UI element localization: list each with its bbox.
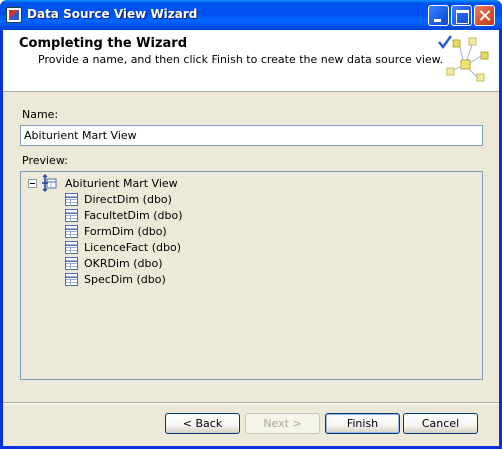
page-title: Completing the Wizard: [19, 36, 188, 51]
table-icon: [65, 273, 78, 286]
page-subtitle: Provide a name, and then click Finish to…: [38, 53, 444, 66]
tree-item[interactable]: FormDim (dbo): [21, 224, 461, 240]
table-icon: [65, 225, 78, 238]
tree-item-label: FormDim (dbo): [84, 225, 167, 238]
app-icon: [6, 7, 22, 23]
finish-button[interactable]: Finish: [325, 413, 400, 434]
wizard-body: Completing the Wizard Provide a name, an…: [3, 30, 499, 446]
wizard-header: Completing the Wizard Provide a name, an…: [3, 30, 499, 92]
tree-item[interactable]: OKRDim (dbo): [21, 256, 461, 272]
name-label: Name:: [22, 108, 59, 121]
tree-item[interactable]: LicenceFact (dbo): [21, 240, 461, 256]
minimize-button[interactable]: [428, 5, 449, 26]
separator: [3, 402, 499, 404]
next-button[interactable]: Next >: [245, 413, 320, 434]
data-source-view-icon: [42, 174, 57, 192]
wizard-window: Data Source View Wizard Completing the W…: [0, 0, 502, 449]
back-button[interactable]: < Back: [165, 413, 240, 434]
close-button[interactable]: [474, 5, 495, 26]
preview-tree[interactable]: Abiturient Mart View DirectDim (dbo) Fac…: [20, 171, 483, 380]
tree-item[interactable]: DirectDim (dbo): [21, 192, 461, 208]
tree-item[interactable]: SpecDim (dbo): [21, 272, 461, 288]
tree-item-label: OKRDim (dbo): [84, 257, 163, 270]
name-input[interactable]: [20, 125, 483, 146]
wizard-graphic-icon: [438, 35, 489, 82]
tree-item-label: FacultetDim (dbo): [84, 209, 183, 222]
table-icon: [65, 193, 78, 206]
cancel-button[interactable]: Cancel: [403, 413, 478, 434]
table-icon: [65, 209, 78, 222]
collapse-icon[interactable]: [28, 179, 37, 188]
tree-item-label: DirectDim (dbo): [84, 193, 172, 206]
maximize-button[interactable]: [451, 5, 472, 26]
tree-item-label: SpecDim (dbo): [84, 273, 166, 286]
preview-label: Preview:: [22, 154, 68, 167]
tree-root-node[interactable]: Abiturient Mart View: [21, 174, 461, 192]
table-icon: [65, 241, 78, 254]
tree-item-label: LicenceFact (dbo): [84, 241, 181, 254]
tree-item[interactable]: FacultetDim (dbo): [21, 208, 461, 224]
title-bar[interactable]: Data Source View Wizard: [0, 0, 502, 30]
tree-root-label: Abiturient Mart View: [65, 177, 178, 190]
window-title: Data Source View Wizard: [27, 7, 198, 21]
table-icon: [65, 257, 78, 270]
